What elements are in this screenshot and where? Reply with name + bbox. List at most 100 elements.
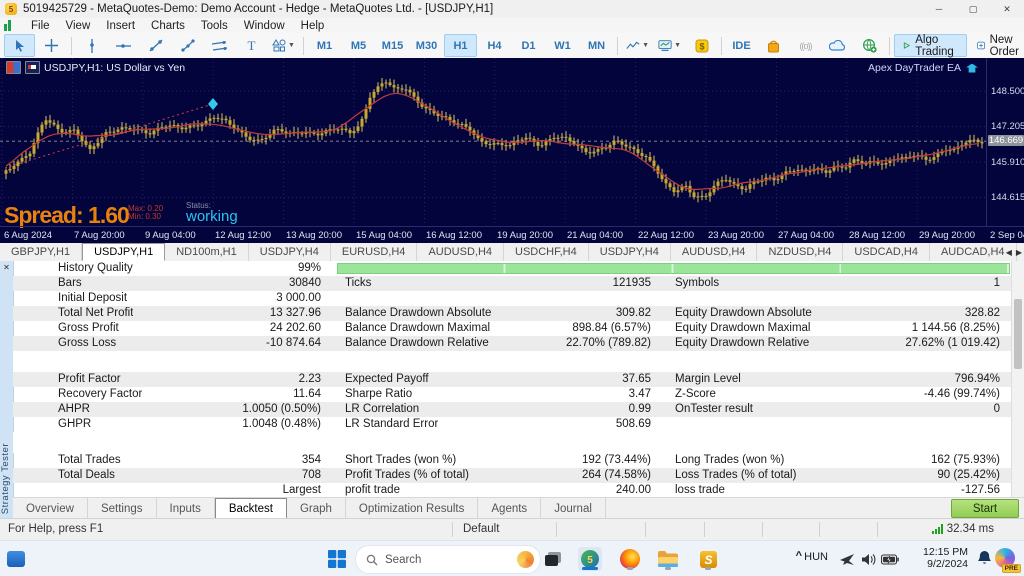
- algo-trading-button[interactable]: Algo Trading: [894, 34, 967, 57]
- menu-item-tools[interactable]: Tools: [193, 18, 236, 33]
- menu-item-help[interactable]: Help: [293, 18, 333, 33]
- taskbar-clock[interactable]: 12:15 PM 9/2/2024: [923, 546, 968, 570]
- volume-icon[interactable]: [860, 550, 878, 568]
- language-indicator[interactable]: HUN: [804, 551, 828, 563]
- tester-tab-journal[interactable]: Journal: [541, 498, 606, 519]
- timeframe-d1[interactable]: D1: [512, 34, 545, 57]
- symbol-tab-audusd-h4[interactable]: AUDUSD,H4: [671, 243, 758, 261]
- gold-s-app-icon[interactable]: S: [696, 547, 720, 571]
- spread-minmax-overlay: Max: 0.20Min: 0.30: [128, 205, 163, 221]
- ide-button[interactable]: IDE: [726, 34, 757, 57]
- chart-type-button[interactable]: ▼: [622, 34, 653, 57]
- close-button[interactable]: ✕: [990, 0, 1024, 18]
- task-view-icon[interactable]: [541, 547, 565, 571]
- crosshair-tool-button[interactable]: [36, 34, 67, 57]
- timeframe-w1[interactable]: W1: [546, 34, 579, 57]
- timeframe-mn[interactable]: MN: [580, 34, 613, 57]
- menu-item-view[interactable]: View: [58, 18, 99, 33]
- tester-row: [13, 432, 1012, 453]
- symbol-tab-audcad-h4[interactable]: AUDCAD,H4: [930, 243, 1017, 261]
- maximize-button[interactable]: ▢: [956, 0, 990, 18]
- metatrader-taskbar-icon[interactable]: 5: [578, 547, 602, 571]
- market-button[interactable]: [758, 34, 789, 57]
- community-button[interactable]: [854, 34, 885, 57]
- symbol-tab-audusd-h4[interactable]: AUDUSD,H4: [417, 243, 504, 261]
- timeframe-m30[interactable]: M30: [410, 34, 443, 57]
- profile-name[interactable]: Default: [463, 523, 499, 535]
- scrollbar-thumb[interactable]: [1014, 299, 1022, 369]
- copilot-icon[interactable]: PRE: [994, 547, 1018, 571]
- symbol-tab-usdjpy-h4[interactable]: USDJPY,H4: [249, 243, 331, 261]
- timeframe-h4[interactable]: H4: [478, 34, 511, 57]
- tester-side-strip: ✕ Strategy Tester: [0, 261, 14, 518]
- tester-tab-backtest[interactable]: Backtest: [215, 498, 287, 519]
- tester-close-icon[interactable]: ✕: [2, 263, 11, 272]
- search-highlight-icon[interactable]: [517, 551, 534, 568]
- tester-tab-settings[interactable]: Settings: [88, 498, 157, 519]
- menu-item-window[interactable]: Window: [236, 18, 293, 33]
- airplane-mode-icon[interactable]: [838, 550, 856, 568]
- time-axis[interactable]: 6 Aug 20247 Aug 20:009 Aug 04:0012 Aug 1…: [0, 226, 1024, 244]
- price-scale[interactable]: 148.500147.205145.910144.615146.669: [986, 58, 1024, 226]
- timeframe-m15[interactable]: M15: [376, 34, 409, 57]
- tab-scroll-right[interactable]: ▶: [1016, 248, 1022, 257]
- timeframe-h1[interactable]: H1: [444, 34, 477, 57]
- expert-advisor-icon[interactable]: [966, 64, 978, 73]
- tester-tab-graph[interactable]: Graph: [287, 498, 346, 519]
- signals-button[interactable]: ((o)): [790, 34, 821, 57]
- taskbar-corner-icon[interactable]: [4, 547, 28, 571]
- menu-item-insert[interactable]: Insert: [98, 18, 143, 33]
- vertical-line-tool-button[interactable]: [76, 34, 107, 57]
- timeframe-m5[interactable]: M5: [342, 34, 375, 57]
- firefox-icon[interactable]: [618, 547, 642, 571]
- start-button-windows[interactable]: [325, 547, 349, 571]
- row-indent: [13, 372, 46, 387]
- new-order-button[interactable]: New Order: [968, 34, 1024, 57]
- symbol-tab-usdchf-h4[interactable]: USDCHF,H4: [504, 243, 589, 261]
- symbol-tab-usdjpy-h4[interactable]: USDJPY,H4: [589, 243, 671, 261]
- shapes-tool-button[interactable]: ▼: [268, 34, 299, 57]
- polyline-tool-button[interactable]: [172, 34, 203, 57]
- text-tool-button[interactable]: T: [236, 34, 267, 57]
- symbol-tab-gbpjpy-h1[interactable]: GBPJPY,H1: [0, 243, 82, 261]
- symbol-tab-nzdusd-h4[interactable]: NZDUSD,H4: [757, 243, 843, 261]
- tester-tab-inputs[interactable]: Inputs: [157, 498, 215, 519]
- tester-tab-bar: OverviewSettingsInputsBacktestGraphOptim…: [13, 497, 1024, 519]
- tester-row: [13, 351, 1012, 372]
- indicators-button[interactable]: ▼: [654, 34, 685, 57]
- notification-bell-icon[interactable]: [977, 550, 992, 571]
- cursor-tool-button[interactable]: [4, 34, 35, 57]
- tester-side-label: Strategy Tester: [0, 443, 13, 514]
- symbol-tab-eurusd-h4[interactable]: EURUSD,H4: [331, 243, 418, 261]
- channel-tool-button[interactable]: [204, 34, 235, 57]
- taskbar-search-input[interactable]: Search: [355, 545, 541, 574]
- symbol-tab-nd100m-h1[interactable]: ND100m,H1: [165, 243, 249, 261]
- menu-item-charts[interactable]: Charts: [143, 18, 193, 33]
- minimize-button[interactable]: ─: [922, 0, 956, 18]
- tray-chevron-icon[interactable]: ^: [796, 550, 802, 562]
- deposit-button[interactable]: $: [686, 34, 717, 57]
- tester-cell-value: 309.82: [616, 306, 651, 321]
- strategy-tester-panel: ✕ Strategy Tester History Quality99%Bars…: [0, 261, 1024, 497]
- tester-cell-label: Short Trades (won %): [345, 453, 456, 468]
- start-button[interactable]: Start: [951, 499, 1019, 518]
- tester-tab-optimization-results[interactable]: Optimization Results: [346, 498, 478, 519]
- menu-item-file[interactable]: File: [23, 18, 58, 33]
- candlestick-chart[interactable]: [0, 58, 986, 226]
- tester-cell: Initial Deposit3 000.00: [46, 291, 333, 306]
- battery-icon[interactable]: [880, 550, 900, 568]
- vps-cloud-button[interactable]: [822, 34, 853, 57]
- file-explorer-icon[interactable]: [656, 547, 680, 571]
- chart-area[interactable]: USDJPY,H1: US Dollar vs Yen Apex DayTrad…: [0, 58, 1024, 243]
- tester-tab-overview[interactable]: Overview: [13, 498, 88, 519]
- timeframe-m1[interactable]: M1: [308, 34, 341, 57]
- tester-scrollbar[interactable]: [1011, 261, 1024, 497]
- trendline-tool-button[interactable]: [140, 34, 171, 57]
- tab-scroll-left[interactable]: ◀: [1006, 248, 1012, 257]
- tester-tab-agents[interactable]: Agents: [478, 498, 541, 519]
- symbol-tab-usdcad-h4[interactable]: USDCAD,H4: [843, 243, 930, 261]
- horizontal-line-tool-button[interactable]: [108, 34, 139, 57]
- connection-latency[interactable]: 32.34 ms: [932, 523, 994, 535]
- one-click-trading-icon[interactable]: [6, 61, 21, 74]
- symbol-tab-usdjpy-h1[interactable]: USDJPY,H1: [82, 243, 165, 261]
